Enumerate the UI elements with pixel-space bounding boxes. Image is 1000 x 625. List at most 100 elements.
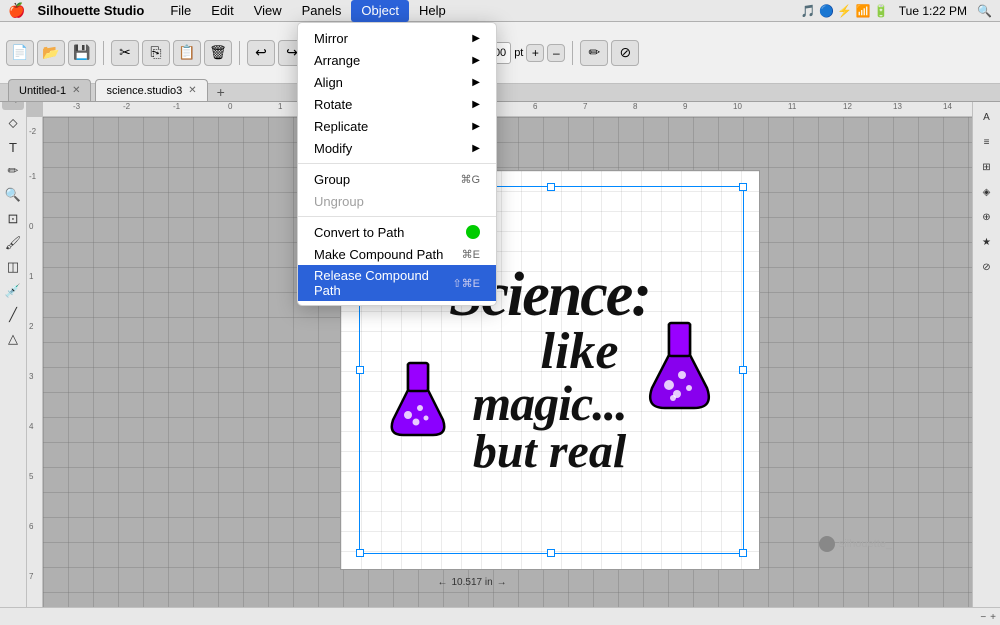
flask-right [647, 320, 712, 418]
rt-btn-3[interactable]: ⊞ [976, 156, 998, 178]
zoom-in-btn[interactable]: + [990, 612, 996, 623]
menu-item-modify[interactable]: Modify ▶ [298, 137, 496, 159]
left-toolbar: ↖ ⬦ T ✏ 🔍 ⊡ 🖌 ◫ 💉 ╱ △ [0, 84, 27, 607]
rotate-label: Rotate [314, 97, 352, 112]
release-compound-label: Release Compound Path [314, 268, 452, 298]
group-shortcut: ⌘G [460, 173, 480, 186]
tab-untitled-close[interactable]: ✕ [72, 85, 80, 96]
tab-untitled[interactable]: Untitled-1 ✕ [8, 79, 91, 101]
toolbar-undo[interactable]: ↩ [247, 40, 275, 66]
toolbar-copy[interactable]: ⎘ [142, 40, 170, 66]
unit-label: pt [514, 47, 523, 59]
science-line3: magic... [449, 378, 650, 428]
tab-add-button[interactable]: + [212, 83, 230, 101]
menu-file[interactable]: File [160, 0, 201, 22]
menu-object[interactable]: Object [351, 0, 409, 22]
tool-eyedropper[interactable]: 💉 [2, 280, 24, 302]
rt-btn-7[interactable]: ⊘ [976, 256, 998, 278]
menu-item-replicate[interactable]: Replicate ▶ [298, 115, 496, 137]
rotate-arrow: ▶ [472, 99, 480, 110]
menu-section-transform: Mirror ▶ Arrange ▶ Align ▶ Rotate ▶ Repl… [298, 23, 496, 164]
rt-btn-2[interactable]: ≡ [976, 131, 998, 153]
convert-path-label: Convert to Path [314, 225, 404, 240]
menubar-right: 🎵 🔵 ⚡ 📶 🔋 Tue 1:22 PM 🔍 [801, 4, 992, 18]
tool-paint[interactable]: 🖌 [2, 232, 24, 254]
menu-section-group: Group ⌘G Ungroup [298, 164, 496, 217]
right-toolbar: A ≡ ⊞ ◈ ⊕ ★ ⊘ [972, 102, 1000, 607]
toolbar-paste[interactable]: 📋 [173, 40, 201, 66]
statusbar-controls: − + [980, 612, 996, 623]
toolbar-plus[interactable]: + [526, 44, 544, 62]
apple-logo: 🍎 [8, 2, 25, 19]
toolbar-cut[interactable]: ✂ [111, 40, 139, 66]
app-name-label: Silhouette Studio [37, 3, 144, 18]
rt-btn-6[interactable]: ★ [976, 231, 998, 253]
group-label: Group [314, 172, 350, 187]
menu-item-convert-path[interactable]: Convert to Path [298, 221, 496, 243]
measure-value: 10.517 in [452, 577, 493, 588]
menu-panels[interactable]: Panels [292, 0, 352, 22]
zoom-out-btn[interactable]: − [980, 612, 986, 623]
flask-right-svg [647, 320, 712, 415]
convert-path-indicator [466, 225, 480, 239]
canvas-measurement-label: ← 10.517 in → [438, 577, 507, 588]
toolbar: 📄 📂 💾 ✂ ⎘ 📋 🗑 ↩ ↪ ⟲ ⇔ □ ▾ 1.00 pt + – ✏ … [0, 22, 1000, 84]
menu-help[interactable]: Help [409, 0, 456, 22]
mirror-label: Mirror [314, 31, 348, 46]
tool-line[interactable]: ╱ [2, 304, 24, 326]
rt-btn-4[interactable]: ◈ [976, 181, 998, 203]
ungroup-label: Ungroup [314, 194, 364, 209]
watermark-text: silhouette_ [839, 538, 892, 550]
toolbar-sep2 [239, 41, 240, 65]
tool-zoom[interactable]: 🔍 [2, 184, 24, 206]
make-compound-label: Make Compound Path [314, 247, 443, 262]
toolbar-eraser[interactable]: ⊘ [611, 40, 639, 66]
align-arrow: ▶ [472, 77, 480, 88]
object-dropdown-menu: Mirror ▶ Arrange ▶ Align ▶ Rotate ▶ Repl… [297, 22, 497, 306]
menu-status-icons: 🎵 🔵 ⚡ 📶 🔋 [801, 4, 889, 18]
mirror-arrow: ▶ [472, 33, 480, 44]
vertical-ruler: -2 -1 0 1 2 3 4 5 6 7 [27, 117, 43, 607]
menu-item-rotate[interactable]: Rotate ▶ [298, 93, 496, 115]
tool-eraser[interactable]: ◫ [2, 256, 24, 278]
measure-arrow-left: ← [438, 577, 448, 588]
toolbar-open[interactable]: 📂 [37, 40, 65, 66]
menu-search-icon[interactable]: 🔍 [977, 4, 992, 18]
menu-item-mirror[interactable]: Mirror ▶ [298, 27, 496, 49]
tool-text[interactable]: T [2, 136, 24, 158]
menu-section-path: Convert to Path Make Compound Path ⌘E Re… [298, 217, 496, 305]
tool-draw[interactable]: ✏ [2, 160, 24, 182]
tool-node[interactable]: ⬦ [2, 112, 24, 134]
toolbar-new[interactable]: 📄 [6, 40, 34, 66]
measure-arrow-right: → [497, 577, 507, 588]
modify-label: Modify [314, 141, 352, 156]
menu-item-release-compound[interactable]: Release Compound Path ⇧⌘E [298, 265, 496, 301]
toolbar-pencil[interactable]: ✏ [580, 40, 608, 66]
menu-item-make-compound[interactable]: Make Compound Path ⌘E [298, 243, 496, 265]
arrange-label: Arrange [314, 53, 360, 68]
release-compound-shortcut: ⇧⌘E [452, 277, 480, 290]
science-line4: but real [449, 428, 650, 476]
align-label: Align [314, 75, 343, 90]
toolbar-minus[interactable]: – [547, 44, 565, 62]
menu-edit[interactable]: Edit [201, 0, 243, 22]
toolbar-sep6 [572, 41, 573, 65]
flask-left [388, 360, 448, 443]
menu-bar: 🍎 Silhouette Studio File Edit View Panel… [0, 0, 1000, 22]
toolbar-save[interactable]: 💾 [68, 40, 96, 66]
rt-btn-1[interactable]: A [976, 106, 998, 128]
menu-item-group[interactable]: Group ⌘G [298, 168, 496, 190]
menu-item-arrange[interactable]: Arrange ▶ [298, 49, 496, 71]
tool-crop[interactable]: ⊡ [2, 208, 24, 230]
tab-bar: Untitled-1 ✕ science.studio3 ✕ + [0, 84, 1000, 102]
tab-science[interactable]: science.studio3 ✕ [95, 79, 207, 101]
menu-view[interactable]: View [244, 0, 292, 22]
canvas-area: Science: like magic... but real [43, 117, 972, 607]
menu-item-align[interactable]: Align ▶ [298, 71, 496, 93]
horizontal-ruler: -3 -2 -1 0 1 2 3 4 5 6 7 8 9 10 11 12 13… [43, 102, 972, 117]
toolbar-delete[interactable]: 🗑 [204, 40, 232, 66]
make-compound-shortcut: ⌘E [462, 248, 480, 261]
rt-btn-5[interactable]: ⊕ [976, 206, 998, 228]
tool-shape[interactable]: △ [2, 328, 24, 350]
tab-science-close[interactable]: ✕ [188, 85, 196, 96]
